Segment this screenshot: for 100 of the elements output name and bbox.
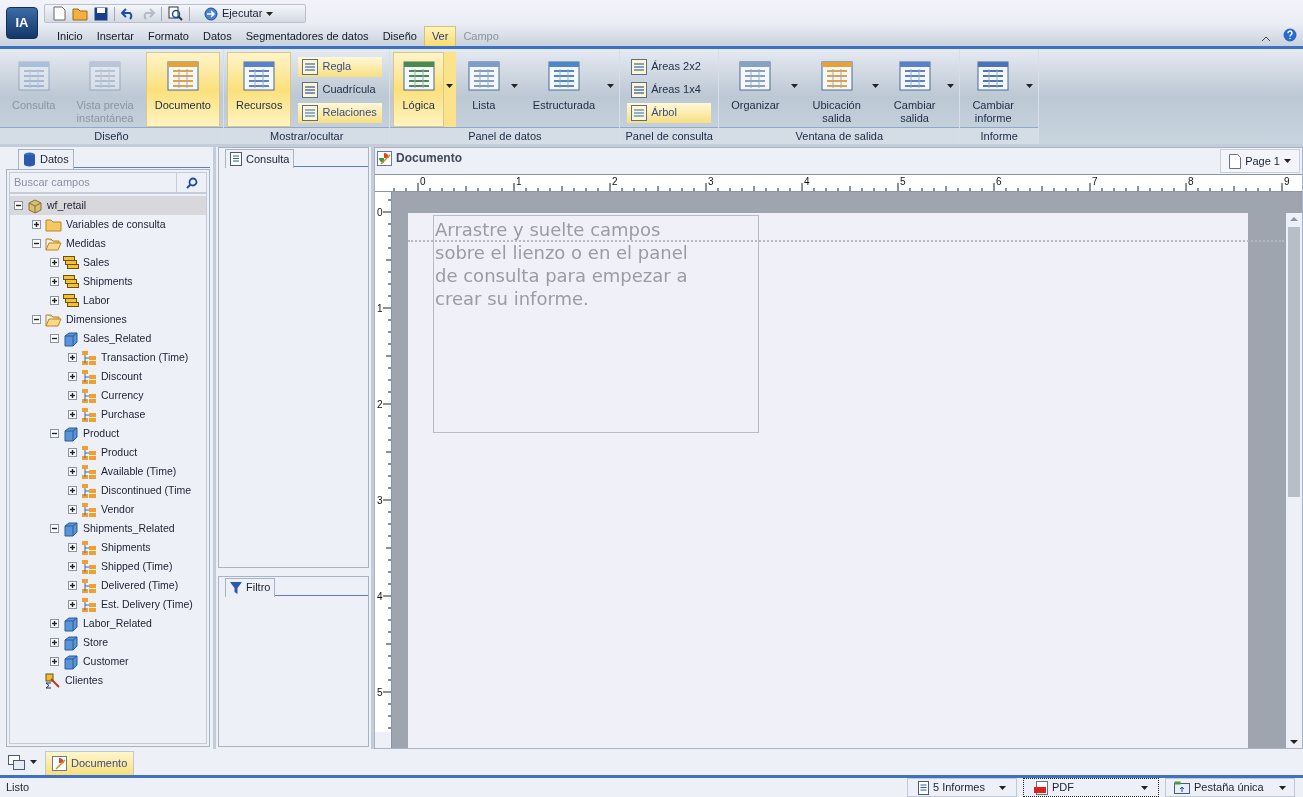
menu-tab[interactable]: Inicio bbox=[50, 26, 90, 46]
collapse-icon[interactable] bbox=[50, 524, 59, 533]
menu-tab[interactable]: Insertar bbox=[89, 26, 141, 46]
menu-tab[interactable]: Segmentadores de datos bbox=[238, 26, 376, 46]
menu-tab[interactable]: Diseño bbox=[375, 26, 424, 46]
collapse-icon[interactable] bbox=[32, 315, 41, 324]
panel-tab[interactable]: Filtro bbox=[225, 577, 276, 597]
ribbon-toggle-button[interactable]: Cuadrícula bbox=[298, 79, 383, 100]
tree-item[interactable]: wf_retail bbox=[10, 196, 206, 215]
panel-tab[interactable]: Consulta bbox=[225, 149, 295, 168]
tree-item[interactable]: Purchase bbox=[10, 405, 206, 424]
collapse-ribbon-icon[interactable] bbox=[1261, 35, 1271, 42]
search-button[interactable] bbox=[177, 172, 207, 193]
ribbon-button[interactable]: Recursos bbox=[226, 52, 292, 127]
tree-item[interactable]: Product bbox=[10, 424, 206, 443]
ruler-number: 2 bbox=[377, 399, 383, 410]
ribbon-button[interactable]: Estructurada bbox=[523, 52, 605, 127]
tree-item[interactable]: Product bbox=[10, 443, 206, 462]
tree-item[interactable]: Vendor bbox=[10, 500, 206, 519]
tree-item[interactable]: Store bbox=[10, 633, 206, 652]
tree-item[interactable]: Delivered (Time) bbox=[10, 576, 206, 595]
status-text: Listo bbox=[5, 780, 30, 796]
expand-icon[interactable] bbox=[32, 220, 41, 229]
tree-item[interactable]: Medidas bbox=[10, 234, 206, 253]
expand-icon[interactable] bbox=[50, 657, 59, 666]
expand-icon[interactable] bbox=[50, 258, 59, 267]
ribbon-button[interactable]: Organizar bbox=[722, 52, 789, 127]
document-tab[interactable]: Documento bbox=[45, 751, 135, 775]
expand-icon[interactable] bbox=[68, 391, 77, 400]
search-field[interactable]: Buscar campos bbox=[9, 172, 177, 193]
ribbon-button[interactable]: Cambiar informe bbox=[963, 52, 1023, 127]
ribbon-toggle-button[interactable]: Áreas 1x4 bbox=[627, 79, 712, 100]
tree-item[interactable]: Shipments bbox=[10, 272, 206, 291]
tree-item[interactable]: Est. Delivery (Time) bbox=[10, 595, 206, 614]
tree-item[interactable]: Clientes bbox=[10, 671, 206, 690]
collapse-icon[interactable] bbox=[32, 239, 41, 248]
expand-icon[interactable] bbox=[68, 581, 77, 590]
page-dropdown[interactable]: Page 1 bbox=[1220, 149, 1300, 173]
undo-icon[interactable] bbox=[121, 7, 135, 20]
tree-item[interactable]: Available (Time) bbox=[10, 462, 206, 481]
ribbon-button[interactable]: Ubicación salida bbox=[803, 52, 870, 127]
collapse-icon[interactable] bbox=[50, 429, 59, 438]
ribbon-button[interactable]: Cambiar salida bbox=[884, 52, 945, 127]
menu-tab[interactable]: Ver bbox=[423, 26, 457, 46]
ribbon-group-label: Informe bbox=[960, 127, 1038, 144]
save-icon[interactable] bbox=[94, 6, 108, 21]
ribbon-toggle-button[interactable]: Regla bbox=[298, 56, 383, 77]
expand-icon[interactable] bbox=[68, 505, 77, 514]
cube-icon bbox=[63, 330, 79, 347]
vertical-scrollbar[interactable] bbox=[1286, 213, 1302, 748]
expand-icon[interactable] bbox=[68, 372, 77, 381]
ribbon-button[interactable]: Lógica bbox=[393, 52, 444, 127]
collapse-icon[interactable] bbox=[14, 201, 23, 210]
app-logo[interactable]: IA bbox=[6, 7, 38, 39]
tree-item[interactable]: Labor bbox=[10, 291, 206, 310]
panel-tab[interactable]: Datos bbox=[18, 149, 74, 169]
tree-item[interactable]: Dimensiones bbox=[10, 310, 206, 329]
search-icon[interactable] bbox=[168, 6, 183, 21]
ribbon-toggle-button[interactable]: Relaciones bbox=[298, 102, 383, 123]
open-folder-icon[interactable] bbox=[72, 6, 88, 21]
ribbon-button[interactable]: Lista bbox=[458, 52, 509, 127]
expand-icon[interactable] bbox=[50, 296, 59, 305]
tree-item[interactable]: Variables de consulta bbox=[10, 215, 206, 234]
tree-item[interactable]: Customer bbox=[10, 652, 206, 671]
hierarchy-icon bbox=[81, 463, 97, 480]
collapse-icon[interactable] bbox=[50, 334, 59, 343]
menu-tab[interactable]: Datos bbox=[195, 26, 239, 46]
tree-item[interactable]: Shipments_Related bbox=[10, 519, 206, 538]
expand-icon[interactable] bbox=[68, 410, 77, 419]
tree-item[interactable]: Transaction (Time) bbox=[10, 348, 206, 367]
grid-panel-icon bbox=[820, 61, 853, 91]
expand-icon[interactable] bbox=[68, 353, 77, 362]
expand-icon[interactable] bbox=[68, 543, 77, 552]
small-panel-icon bbox=[631, 81, 648, 98]
tree-item[interactable]: Shipped (Time) bbox=[10, 557, 206, 576]
new-file-icon[interactable] bbox=[53, 6, 66, 21]
tree-item[interactable]: Sales bbox=[10, 253, 206, 272]
ribbon-toggle-button[interactable]: Árbol bbox=[627, 102, 712, 123]
ribbon-button[interactable]: Documento bbox=[145, 52, 220, 127]
ribbon-toggle-button[interactable]: Áreas 2x2 bbox=[627, 56, 712, 77]
format-dropdown[interactable]: PDF bbox=[1023, 778, 1159, 797]
expand-icon[interactable] bbox=[68, 448, 77, 457]
tree-item[interactable]: Currency bbox=[10, 386, 206, 405]
menu-tab[interactable]: Formato bbox=[141, 26, 196, 46]
help-icon[interactable] bbox=[1283, 28, 1297, 42]
tree-item[interactable]: Labor_Related bbox=[10, 614, 206, 633]
expand-icon[interactable] bbox=[50, 277, 59, 286]
expand-icon[interactable] bbox=[68, 562, 77, 571]
tree-item[interactable]: Discontinued (Time bbox=[10, 481, 206, 500]
tree-item[interactable]: Sales_Related bbox=[10, 329, 206, 348]
expand-icon[interactable] bbox=[68, 600, 77, 609]
tree-item[interactable]: Shipments bbox=[10, 538, 206, 557]
reports-dropdown[interactable]: 5 Informes bbox=[907, 778, 1017, 797]
ruler-number: 5 bbox=[900, 176, 906, 187]
output-dropdown[interactable]: Pestaña única bbox=[1165, 778, 1295, 797]
expand-icon[interactable] bbox=[68, 467, 77, 476]
expand-icon[interactable] bbox=[68, 486, 77, 495]
expand-icon[interactable] bbox=[50, 619, 59, 628]
tree-item[interactable]: Discount bbox=[10, 367, 206, 386]
expand-icon[interactable] bbox=[50, 638, 59, 647]
